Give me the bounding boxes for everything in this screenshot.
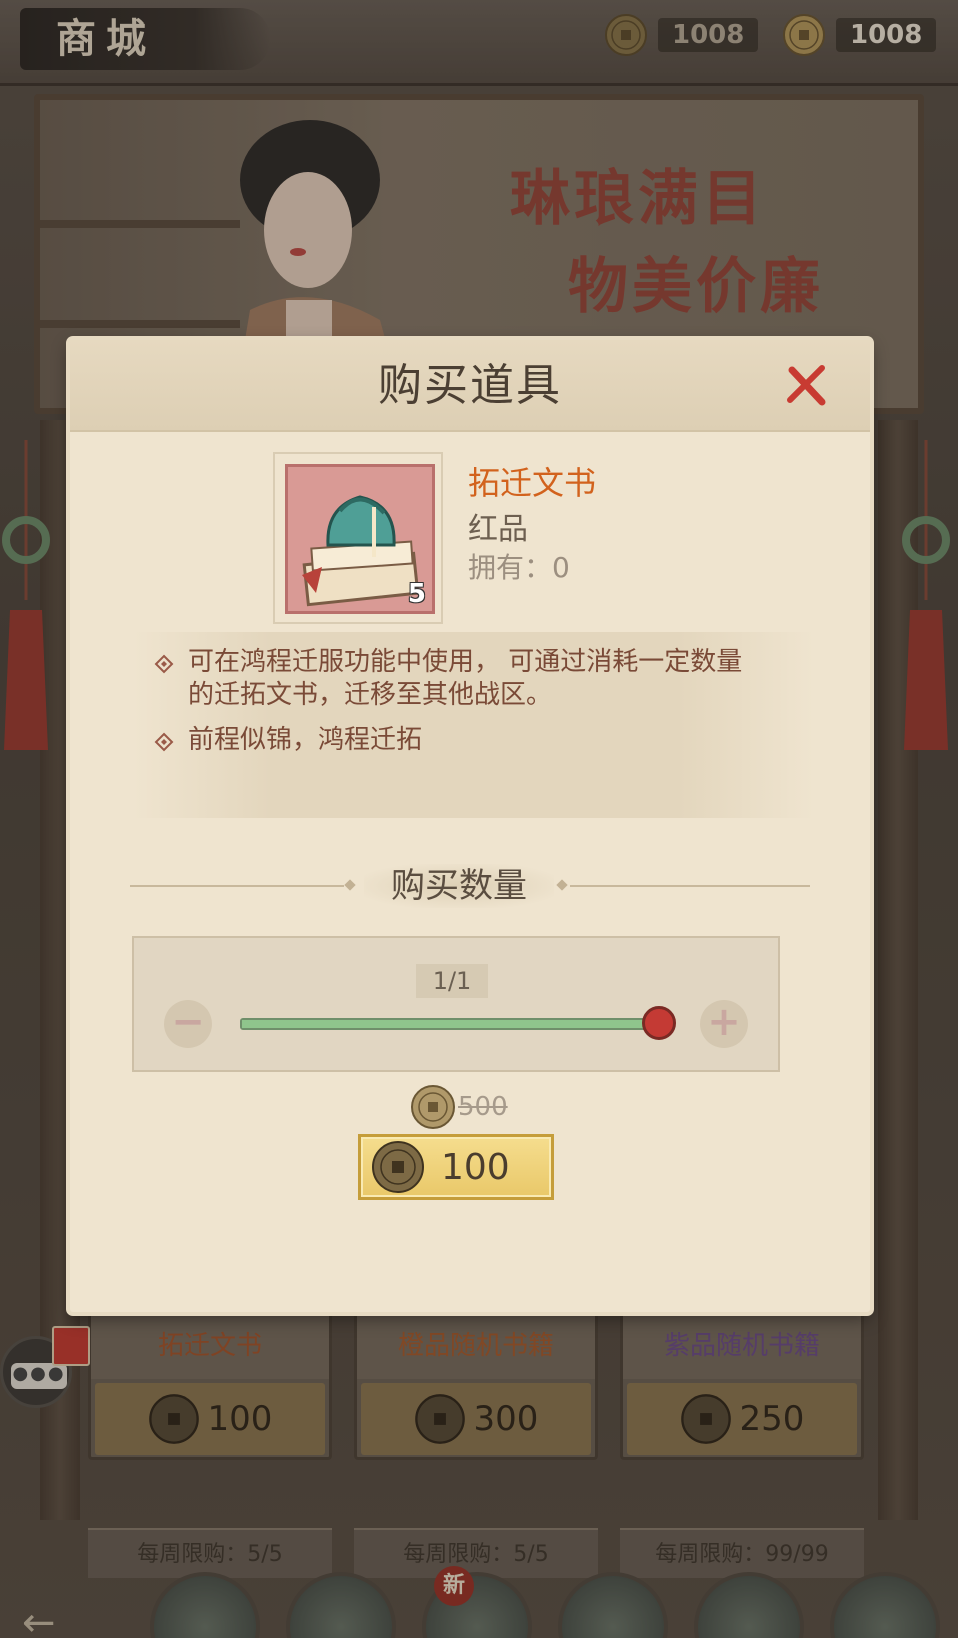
dialog-title: 购买道具 xyxy=(378,360,562,411)
description-item: 可在鸿程迁服功能中使用， 可通过消耗一定数量的迁拓文书，迁移至其他战区。 xyxy=(154,646,768,712)
original-price: 500 xyxy=(458,1092,508,1122)
description-text: 可在鸿程迁服功能中使用， 可通过消耗一定数量的迁拓文书，迁移至其他战区。 xyxy=(188,647,743,710)
item-owned-count: 拥有：0 xyxy=(468,551,570,584)
quantity-section-header: 购买数量 xyxy=(130,864,810,908)
quantity-value: 1/1 xyxy=(416,964,488,998)
quantity-slider-track[interactable] xyxy=(240,1018,666,1030)
copper-coin-icon xyxy=(411,1085,455,1129)
divider-dot xyxy=(556,879,568,891)
item-icon: 5 xyxy=(285,464,435,614)
divider-line xyxy=(570,885,810,887)
description-item: 前程似锦，鸿程迁拓 xyxy=(154,724,768,757)
item-rarity: 红品 xyxy=(468,512,528,547)
increase-quantity-button[interactable]: + xyxy=(700,1000,748,1048)
item-name: 拓迁文书 xyxy=(468,464,597,502)
purchase-dialog: 购买道具 5 拓迁文书 红品 拥有：0 可在鸿程迁服功能中使用， 可通过消耗一定 xyxy=(70,340,870,1312)
quantity-stepper: 1/1 − + xyxy=(132,936,780,1072)
diamond-bullet-icon xyxy=(154,732,174,752)
copper-coin-icon xyxy=(372,1141,424,1193)
buy-button[interactable]: 100 xyxy=(358,1134,554,1200)
diamond-bullet-icon xyxy=(154,654,174,674)
item-count-badge: 5 xyxy=(407,579,426,609)
original-price-row: 500 xyxy=(410,1084,508,1130)
decrease-quantity-button[interactable]: − xyxy=(164,1000,212,1048)
close-icon[interactable] xyxy=(784,362,830,408)
item-icon-frame: 5 xyxy=(273,452,443,624)
item-description-box: 可在鸿程迁服功能中使用， 可通过消耗一定数量的迁拓文书，迁移至其他战区。 前程似… xyxy=(134,632,814,818)
divider-dot xyxy=(344,879,356,891)
quantity-label: 购买数量 xyxy=(364,864,554,908)
buy-price: 100 xyxy=(441,1146,510,1188)
quantity-slider-fill xyxy=(242,1020,664,1028)
quantity-slider-thumb[interactable] xyxy=(642,1006,676,1040)
description-text: 前程似锦，鸿程迁拓 xyxy=(188,725,423,755)
divider-line xyxy=(130,885,344,887)
